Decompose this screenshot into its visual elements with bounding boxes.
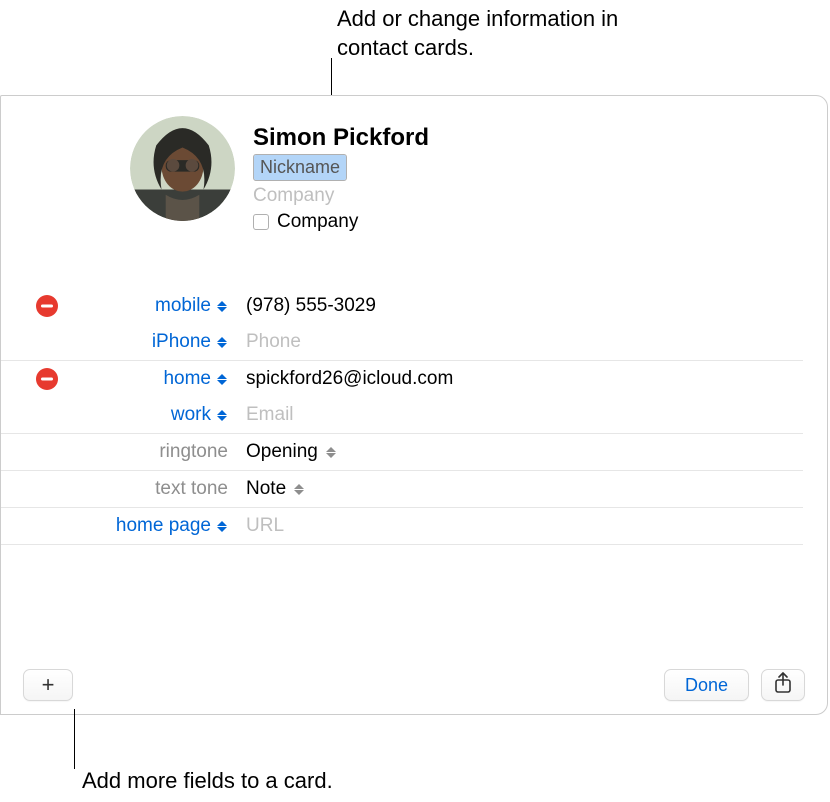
phone-section: mobile (978) 555-3029 iPhone Phone: [1, 288, 803, 361]
name-block: Simon Pickford Nickname Company Company: [253, 116, 429, 233]
share-icon: [774, 672, 792, 699]
add-field-button[interactable]: +: [23, 669, 73, 701]
delete-icon[interactable]: [36, 368, 58, 390]
email-value-field[interactable]: spickford26@icloud.com: [228, 368, 803, 390]
stepper-icon[interactable]: [217, 337, 228, 348]
callout-top: Add or change information in contact car…: [337, 5, 687, 62]
ringtone-section: ringtone Opening: [1, 434, 803, 471]
homepage-label-select[interactable]: home page: [116, 515, 211, 537]
ringtone-select[interactable]: Opening: [246, 441, 337, 463]
email-row: work Email: [1, 397, 803, 433]
phone-label-select[interactable]: mobile: [155, 295, 211, 317]
email-row: home spickford26@icloud.com: [1, 361, 803, 397]
contact-name[interactable]: Simon Pickford: [253, 124, 429, 152]
contact-header: Simon Pickford Nickname Company Company: [1, 96, 827, 233]
nickname-field[interactable]: Nickname: [253, 154, 347, 181]
texttone-row: text tone Note: [1, 471, 803, 507]
contact-card-window: Simon Pickford Nickname Company Company …: [0, 95, 828, 715]
avatar-icon: [130, 116, 235, 221]
share-button[interactable]: [761, 669, 805, 701]
ringtone-label: ringtone: [159, 441, 228, 463]
email-label-select[interactable]: home: [163, 368, 211, 390]
stepper-icon[interactable]: [217, 521, 228, 532]
phone-label-select[interactable]: iPhone: [152, 331, 211, 353]
stepper-icon[interactable]: [217, 410, 228, 421]
callout-bottom: Add more fields to a card.: [82, 767, 333, 796]
phone-value-field[interactable]: (978) 555-3029: [228, 295, 803, 317]
field-list: mobile (978) 555-3029 iPhone Phone: [1, 288, 827, 545]
delete-icon[interactable]: [36, 295, 58, 317]
stepper-icon: [294, 484, 305, 495]
stepper-icon: [326, 447, 337, 458]
stepper-icon[interactable]: [217, 301, 228, 312]
homepage-row: home page URL: [1, 508, 803, 544]
ringtone-row: ringtone Opening: [1, 434, 803, 470]
texttone-label: text tone: [155, 478, 228, 500]
callout-line-bottom: [74, 709, 75, 769]
avatar[interactable]: [130, 116, 235, 221]
email-section: home spickford26@icloud.com work Email: [1, 361, 803, 434]
email-value-field[interactable]: Email: [228, 404, 803, 426]
done-button[interactable]: Done: [664, 669, 749, 701]
phone-row: iPhone Phone: [1, 324, 803, 360]
texttone-section: text tone Note: [1, 471, 803, 508]
homepage-value-field[interactable]: URL: [228, 515, 803, 537]
bottom-toolbar: + Done: [1, 656, 827, 714]
company-checkbox-label: Company: [277, 211, 358, 233]
company-checkbox[interactable]: [253, 214, 269, 230]
homepage-section: home page URL: [1, 508, 803, 545]
company-field[interactable]: Company: [253, 185, 429, 207]
phone-row: mobile (978) 555-3029: [1, 288, 803, 324]
phone-value-field[interactable]: Phone: [228, 331, 803, 353]
texttone-select[interactable]: Note: [246, 478, 305, 500]
stepper-icon[interactable]: [217, 374, 228, 385]
email-label-select[interactable]: work: [171, 404, 211, 426]
